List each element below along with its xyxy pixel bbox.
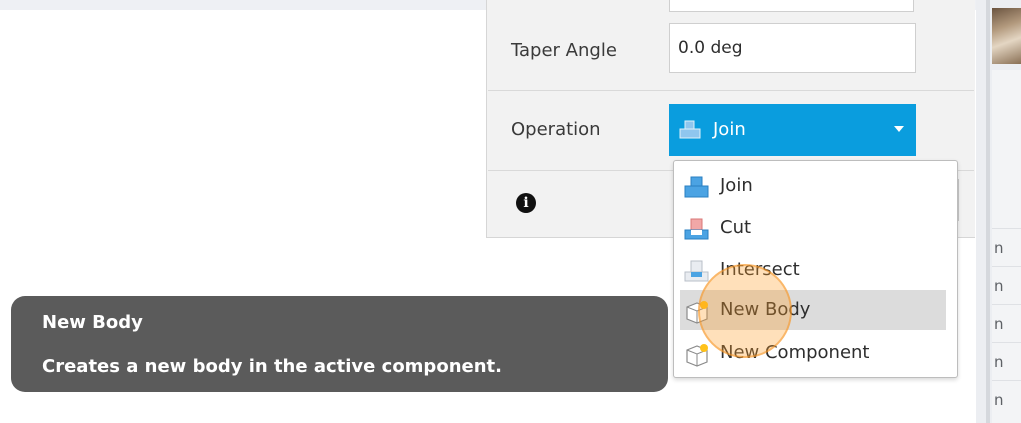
operation-select[interactable]: Join [669, 104, 916, 156]
right-list-row[interactable]: n [992, 342, 1021, 380]
menu-item-join[interactable]: Join [674, 166, 957, 206]
right-list-row[interactable]: n [992, 228, 1021, 266]
tooltip: New Body Creates a new body in the activ… [11, 296, 668, 392]
divider [488, 90, 974, 91]
join-icon [683, 175, 711, 204]
right-list-row[interactable]: n [992, 266, 1021, 304]
right-list-row[interactable]: n [992, 380, 1021, 418]
thumbnail-image[interactable] [992, 8, 1021, 64]
operation-label: Operation [511, 119, 601, 140]
chevron-down-icon [894, 126, 904, 132]
tooltip-title: New Body [42, 312, 143, 333]
right-divider[interactable] [986, 0, 990, 423]
new-component-icon [683, 342, 711, 373]
tooltip-description: Creates a new body in the active compone… [42, 356, 502, 377]
menu-item-cut[interactable]: Cut [674, 208, 957, 248]
operation-select-value: Join [713, 119, 746, 140]
info-icon[interactable]: i [516, 193, 536, 213]
previous-field[interactable] [669, 0, 914, 12]
cut-icon [683, 217, 711, 246]
taper-angle-input[interactable]: 0.0 deg [669, 23, 916, 73]
taper-angle-label: Taper Angle [511, 40, 617, 61]
join-icon [679, 120, 703, 144]
right-list-row[interactable]: n [992, 304, 1021, 342]
cursor-highlight [698, 264, 792, 358]
